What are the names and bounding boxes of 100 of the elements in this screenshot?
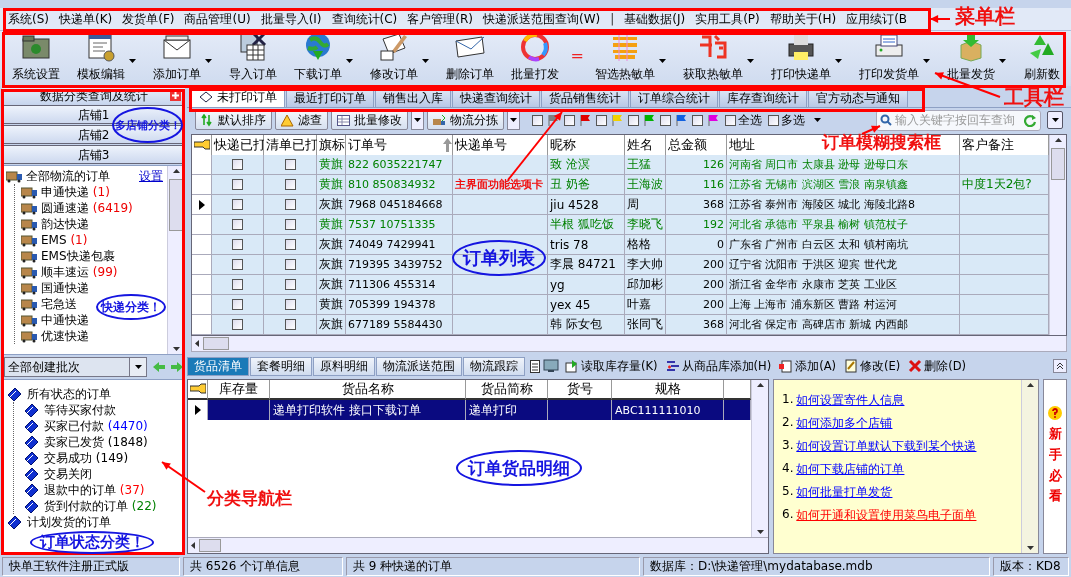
tree-item[interactable]: 卖家已发货 (1848) [44, 433, 148, 451]
tree-item[interactable]: 宅急送 [41, 295, 77, 313]
help-link[interactable]: 如何批量打单发货 [796, 484, 893, 501]
tree-item[interactable]: 顺丰速运 (99) [41, 263, 118, 281]
menu-item[interactable]: 查询统计(C) [326, 10, 403, 28]
collapse-button[interactable] [1053, 359, 1067, 373]
tree-item[interactable]: 计划发货的订单 [27, 513, 111, 531]
help-link[interactable]: 如何设置寄件人信息 [796, 392, 905, 409]
help-link[interactable]: 如何添加多个店铺 [796, 415, 893, 432]
checkbox[interactable] [284, 159, 296, 170]
tree-item[interactable]: 优速快递 [41, 327, 89, 345]
shop-button[interactable]: 店铺3 [2, 145, 185, 164]
checkbox[interactable] [284, 199, 296, 210]
column-header[interactable]: 姓名 [625, 135, 666, 157]
toolbar-button[interactable]: 获取热敏单 [674, 31, 763, 86]
tree-item[interactable]: 所有状态的订单 [27, 385, 111, 403]
tree-item[interactable]: 等待买家付款 [44, 401, 116, 419]
checkbox[interactable] [284, 279, 296, 290]
column-header[interactable]: 清单已打 [264, 135, 317, 157]
checkbox[interactable] [284, 219, 296, 230]
toolbar-button[interactable]: 下载订单 [285, 31, 362, 86]
toolbar-button[interactable]: 删除(D) [906, 358, 969, 374]
tree-item[interactable]: 买家已付款 (4470) [44, 417, 148, 435]
toolbar-button[interactable]: 默认排序 [195, 110, 272, 130]
tree-item[interactable]: 退款中的订单 (37) [44, 481, 145, 499]
search-field[interactable]: 输入关键字按回车查询 [876, 109, 1041, 131]
menu-item[interactable]: 商品管理(U) [179, 10, 256, 28]
export-icon-button[interactable] [543, 359, 559, 373]
tree-item[interactable]: 申通快递 (1) [41, 183, 110, 201]
menu-item[interactable]: 快递单(K) [54, 10, 118, 28]
tree-item[interactable]: 交易成功 (149) [44, 449, 129, 467]
toolbar-button[interactable]: 系统设置 [3, 31, 69, 86]
menu-item[interactable]: 应用续订(B [841, 10, 913, 28]
tree-item[interactable]: 韵达快递 [41, 215, 89, 233]
checkbox[interactable] [596, 114, 607, 126]
checkbox[interactable] [232, 219, 243, 230]
toolbar-button[interactable]: 添加订单 [144, 31, 221, 86]
column-header[interactable]: 订单号 [346, 135, 453, 157]
checkbox[interactable] [232, 159, 243, 170]
checkbox[interactable] [232, 259, 243, 270]
toolbar-button[interactable]: 模板编辑 [68, 31, 145, 86]
toolbar-button[interactable]: 导入订单 [220, 31, 286, 86]
toolbar-button[interactable]: 修改(E) [842, 358, 903, 374]
checkbox[interactable] [232, 279, 243, 290]
help-link[interactable]: 如何设置订单默认下载到某个快递 [796, 438, 977, 455]
menu-item[interactable]: 发货单(F) [117, 10, 180, 28]
menu-button[interactable] [1047, 111, 1063, 129]
tree-item[interactable]: EMS (1) [41, 233, 88, 247]
checkbox[interactable] [284, 179, 296, 190]
toolbar-button[interactable]: 刷新数 [1015, 31, 1069, 86]
toolbar-button[interactable]: 智选热敏单 [586, 31, 675, 86]
tree-item[interactable]: 圆通速递 (6419) [41, 199, 133, 217]
toolbar-button[interactable]: 批量发货 [938, 31, 1015, 86]
toolbar-button[interactable]: 滤查 [275, 110, 328, 130]
document-icon-button[interactable] [530, 359, 540, 373]
batch-dropdown[interactable]: 全部创建批次 [4, 357, 147, 377]
tab[interactable]: 货品清单 [187, 356, 249, 376]
toolbar-button[interactable]: 添加(A) [777, 358, 838, 374]
menu-item[interactable]: 基础数据(J) [619, 10, 691, 28]
tree-item[interactable]: 中通快递 [41, 311, 89, 329]
toolbar-button[interactable]: 打印发货单 [850, 31, 939, 86]
menu-item[interactable]: 快递派送范围查询(W) [478, 10, 606, 28]
toolbar-button[interactable]: 批量打发 [502, 31, 568, 86]
toolbar-button[interactable]: 物流分拣 [427, 110, 504, 130]
checkbox[interactable] [232, 179, 243, 190]
toolbar-button[interactable]: 修改订单 [361, 31, 438, 86]
toolbar-button[interactable]: 从商品库添加(H) [663, 358, 774, 374]
checkbox[interactable] [628, 114, 639, 126]
toolbar-button[interactable]: 打印快递单 [762, 31, 851, 86]
toolbar-button[interactable]: 批量修改 [331, 110, 408, 130]
checkbox[interactable] [284, 319, 296, 330]
checkbox[interactable] [232, 299, 243, 310]
checkbox[interactable] [232, 199, 243, 210]
settings-link[interactable]: 设置 [139, 167, 163, 185]
tab[interactable]: 物流派送范围 [376, 356, 462, 376]
tree-item[interactable]: EMS快递包裹 [41, 247, 115, 265]
checkbox[interactable] [660, 114, 671, 126]
tree-item[interactable]: 国通快递 [41, 279, 89, 297]
toolbar-button[interactable]: 读取库存量(K) [563, 358, 660, 374]
checkbox[interactable] [692, 114, 703, 126]
checkbox[interactable] [284, 259, 296, 270]
column-header[interactable]: 总金额 [666, 135, 727, 157]
column-header[interactable]: 昵称 [548, 135, 625, 157]
menu-item[interactable]: 帮助关于(H) [764, 10, 842, 28]
tree-item[interactable]: 全部物流的订单 [26, 167, 110, 185]
tab[interactable]: 原料明细 [313, 356, 375, 376]
checkbox[interactable] [232, 319, 243, 330]
checkbox[interactable] [768, 114, 779, 126]
column-header[interactable]: 客户备注 [960, 135, 1049, 157]
column-header[interactable]: 旗标 [317, 135, 346, 157]
tab[interactable]: 套餐明细 [250, 356, 312, 376]
tree-item[interactable]: 交易关闭 [44, 465, 92, 483]
tab[interactable]: 物流跟踪 [463, 356, 525, 376]
menu-item[interactable]: 实用工具(P) [690, 10, 765, 28]
toolbar-button[interactable]: 删除订单 [437, 31, 503, 86]
checkbox[interactable] [284, 239, 296, 250]
checkbox[interactable] [532, 114, 543, 126]
menu-item[interactable]: 批量导入(I) [255, 10, 327, 28]
help-link[interactable]: 如何下载店铺的订单 [796, 461, 905, 478]
checkbox[interactable] [564, 114, 575, 126]
